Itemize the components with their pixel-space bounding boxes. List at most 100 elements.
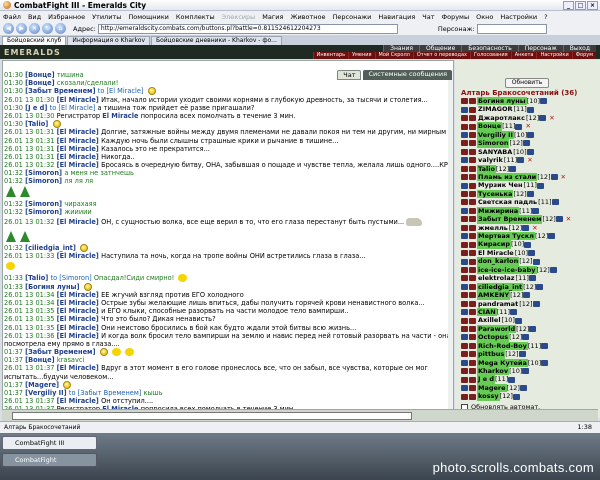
- menu-item[interactable]: Комплекты: [176, 13, 215, 21]
- info-icon[interactable]: [536, 182, 544, 189]
- chat-author[interactable]: [El Miracle]: [57, 137, 102, 145]
- chat-author[interactable]: [Magere]: [25, 381, 61, 389]
- character-search-input[interactable]: [476, 23, 547, 34]
- info-icon[interactable]: [541, 342, 549, 349]
- home-icon[interactable]: ⌂: [55, 23, 66, 34]
- player-row[interactable]: Kharkov [10]: [461, 367, 599, 376]
- menu-item[interactable]: Окно: [476, 13, 493, 21]
- info-icon[interactable]: [526, 148, 534, 155]
- chat-author[interactable]: [ciliedgia_int]: [25, 244, 78, 252]
- player-row[interactable]: El Miracle [10]: [461, 249, 599, 257]
- player-row[interactable]: Paraworld [12]: [461, 324, 599, 334]
- info-icon[interactable]: [523, 292, 531, 299]
- menu-item[interactable]: Навигация: [378, 13, 415, 21]
- taskbar-item-combatfight[interactable]: CombatFight: [2, 453, 97, 467]
- player-name[interactable]: ZIMAGOR: [477, 105, 514, 113]
- chat-author[interactable]: [Simoron]: [25, 208, 64, 216]
- close-icon[interactable]: ✕: [532, 224, 537, 232]
- chat-author[interactable]: [El Miracle]: [57, 307, 102, 315]
- browser-tab[interactable]: Информация о Kharkov: [67, 36, 150, 45]
- player-name[interactable]: Kharkov: [477, 367, 510, 376]
- player-row[interactable]: AMKENY [12]: [461, 291, 599, 300]
- chat-author[interactable]: [J e d]: [25, 104, 50, 112]
- game-nav-item[interactable]: Безопасность: [461, 45, 518, 52]
- game-subnav-item[interactable]: Голосования: [469, 52, 511, 59]
- chat-author[interactable]: [El Miracle]: [57, 315, 102, 323]
- info-icon[interactable]: [518, 351, 526, 358]
- close-icon[interactable]: ✕: [549, 114, 554, 122]
- info-icon[interactable]: [515, 123, 523, 130]
- info-icon[interactable]: [512, 393, 520, 400]
- player-name[interactable]: Мертвая Тускл: [477, 232, 535, 241]
- info-icon[interactable]: [540, 98, 548, 105]
- info-icon[interactable]: [549, 266, 557, 273]
- info-icon[interactable]: [526, 106, 534, 113]
- info-icon[interactable]: [526, 191, 534, 198]
- chat-author[interactable]: [El Miracle]: [57, 299, 102, 307]
- info-icon[interactable]: [522, 334, 530, 341]
- chat-author[interactable]: [El Miracle]: [57, 128, 102, 136]
- chat-author[interactable]: [El Miracle]: [57, 145, 102, 153]
- close-icon[interactable]: ✕: [561, 173, 566, 181]
- menu-item[interactable]: Помощники: [128, 13, 169, 21]
- game-subnav-item[interactable]: Умения: [348, 52, 375, 59]
- info-icon[interactable]: [532, 300, 540, 307]
- player-name[interactable]: Забыт Временем: [477, 215, 543, 224]
- player-row[interactable]: ZIMAGOR [11]: [461, 105, 599, 113]
- player-row[interactable]: Кирасир [10]: [461, 240, 599, 249]
- minimize-button[interactable]: _: [563, 1, 574, 10]
- player-row[interactable]: pittbus [12]: [461, 350, 599, 359]
- info-icon[interactable]: [539, 115, 547, 122]
- player-name[interactable]: J e d: [477, 375, 496, 384]
- menu-item[interactable]: Животное: [290, 13, 325, 21]
- info-icon[interactable]: [528, 275, 536, 282]
- info-icon[interactable]: [532, 207, 540, 214]
- info-icon[interactable]: [529, 326, 537, 333]
- game-subnav-item[interactable]: Мой Скролл: [374, 52, 413, 59]
- menu-item[interactable]: Элексиры: [222, 13, 256, 21]
- menu-item[interactable]: Магия: [262, 13, 283, 21]
- chat-author[interactable]: El Miracle: [102, 112, 141, 120]
- chat-author[interactable]: [Vergiliy II]: [25, 389, 69, 397]
- player-name[interactable]: pittbus: [477, 350, 506, 359]
- player-row[interactable]: SANYABA [10]: [461, 148, 599, 156]
- player-name[interactable]: elektrolaz: [477, 274, 516, 282]
- refresh-button[interactable]: Обновить: [505, 78, 549, 88]
- player-name[interactable]: жмелль: [477, 224, 509, 232]
- player-name[interactable]: Simoron: [477, 139, 510, 148]
- player-row[interactable]: Забыт Временем [12] ✕: [461, 215, 599, 224]
- chat-author[interactable]: [Забыт Временем]: [25, 87, 98, 95]
- player-name[interactable]: Мурзик Чен: [477, 181, 524, 189]
- menu-item[interactable]: Чат: [422, 13, 434, 21]
- player-name[interactable]: Богиня луны: [477, 97, 527, 106]
- info-icon[interactable]: [527, 131, 535, 138]
- info-icon[interactable]: [522, 140, 530, 147]
- player-name[interactable]: AMKENY: [477, 291, 511, 300]
- player-row[interactable]: pandramat [12]: [461, 300, 599, 308]
- player-name[interactable]: Вонце: [477, 122, 503, 131]
- menu-item[interactable]: Форумы: [442, 13, 470, 21]
- player-name[interactable]: Мижирина: [477, 206, 520, 216]
- close-button[interactable]: ×: [587, 1, 598, 10]
- player-row[interactable]: Octopus [12]: [461, 333, 599, 342]
- menu-item[interactable]: Вид: [28, 13, 41, 21]
- player-name[interactable]: Axillel: [477, 316, 502, 324]
- close-icon[interactable]: ✕: [566, 215, 571, 223]
- player-name[interactable]: Octopus: [477, 333, 510, 342]
- player-row[interactable]: J e d [11]: [461, 375, 599, 384]
- player-name[interactable]: valyrik: [477, 156, 504, 164]
- player-name[interactable]: Talio: [477, 164, 496, 173]
- player-row[interactable]: Talio [12]: [461, 164, 599, 173]
- chat-scrollbar[interactable]: [448, 71, 453, 417]
- chat-author[interactable]: [El Miracle]: [57, 291, 102, 299]
- game-subnav-item[interactable]: Отчет о переводах: [412, 52, 470, 59]
- game-subnav-item[interactable]: Форум: [571, 52, 596, 59]
- info-icon[interactable]: [551, 199, 559, 206]
- refresh-icon[interactable]: ↻: [42, 23, 53, 34]
- info-icon[interactable]: [548, 233, 556, 240]
- info-icon[interactable]: [541, 359, 549, 366]
- player-row[interactable]: elektrolaz [11]: [461, 274, 599, 282]
- info-icon[interactable]: [550, 174, 558, 181]
- chat-message-input[interactable]: [12, 412, 412, 420]
- player-row[interactable]: Богиня луны [10]: [461, 97, 599, 106]
